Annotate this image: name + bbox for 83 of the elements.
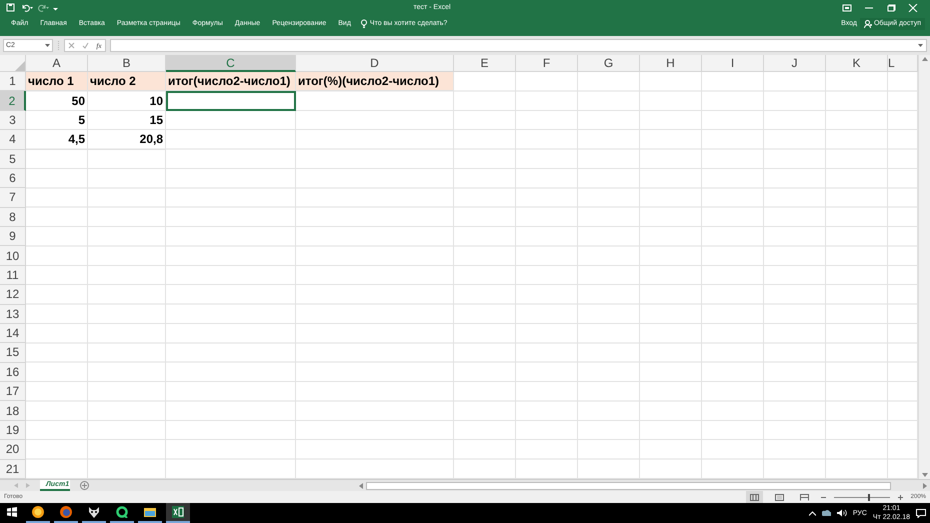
row-header[interactable]: 8: [0, 208, 26, 227]
row-header[interactable]: 2: [0, 91, 26, 111]
add-sheet-icon[interactable]: [80, 481, 89, 490]
grip-icon: [57, 40, 60, 50]
row-header[interactable]: 19: [0, 420, 26, 440]
zoom-in-icon[interactable]: [898, 494, 903, 500]
table-cell[interactable]: число 2: [88, 72, 166, 92]
column-header[interactable]: D: [296, 55, 454, 72]
column-header[interactable]: J: [764, 55, 826, 72]
save-icon[interactable]: [6, 3, 15, 12]
table-cell[interactable]: 4,5: [26, 130, 88, 150]
row-header[interactable]: 18: [0, 401, 26, 421]
person-icon: [864, 20, 872, 28]
row-header[interactable]: 11: [0, 266, 26, 286]
row-header[interactable]: 1: [0, 72, 26, 92]
table-cell[interactable]: 50: [26, 91, 88, 111]
row-header[interactable]: 10: [0, 246, 26, 266]
page-break-icon: [800, 494, 809, 500]
normal-view-icon: [750, 494, 759, 500]
row-header[interactable]: 5: [0, 150, 26, 169]
chevron-up-icon[interactable]: [808, 510, 816, 516]
row-header[interactable]: 14: [0, 324, 26, 344]
vertical-scrollbar[interactable]: [918, 55, 930, 479]
table-cell[interactable]: 20,8: [88, 130, 166, 150]
zoom-out-icon[interactable]: [820, 496, 826, 498]
ball-icon: [32, 506, 44, 518]
row-header[interactable]: 13: [0, 304, 26, 324]
page-layout-icon: [774, 494, 784, 500]
column-header[interactable]: K: [826, 55, 888, 72]
taskbar-app[interactable]: [26, 503, 50, 523]
table-cell[interactable]: число 1: [26, 72, 88, 92]
firefox-icon: [60, 506, 72, 518]
row-header[interactable]: 6: [0, 168, 26, 188]
folder-icon: [144, 506, 156, 518]
scroll-right-icon: [923, 482, 928, 488]
row-header[interactable]: 9: [0, 227, 26, 246]
column-header[interactable]: A: [26, 55, 88, 72]
row-header[interactable]: 17: [0, 382, 26, 402]
scroll-left-icon: [359, 482, 364, 488]
scroll-down-icon: [922, 473, 928, 477]
scroll-up-icon: [922, 57, 928, 61]
selected-cell[interactable]: [166, 91, 296, 111]
ribbon-options-icon: [842, 4, 852, 12]
column-header[interactable]: F: [516, 55, 578, 72]
row-header[interactable]: 12: [0, 285, 26, 304]
speaker-icon[interactable]: [836, 509, 847, 517]
table-cell[interactable]: 5: [26, 110, 88, 130]
excel-icon: [172, 506, 184, 518]
table-cell[interactable]: итог(число2-число1): [166, 72, 296, 92]
row-header[interactable]: 21: [0, 460, 26, 479]
formula-input[interactable]: [110, 39, 927, 52]
expand-icon[interactable]: [918, 44, 923, 48]
zoom-slider-thumb[interactable]: [868, 494, 870, 500]
undo-icon[interactable]: [21, 3, 33, 12]
row-header[interactable]: 16: [0, 362, 26, 382]
column-header[interactable]: I: [702, 55, 764, 72]
taskbar-app[interactable]: [54, 503, 78, 523]
column-header[interactable]: G: [578, 55, 640, 72]
table-cell[interactable]: 15: [88, 110, 166, 130]
lightbulb-icon: [360, 19, 367, 28]
ring-icon: [116, 506, 128, 518]
mask-icon: [88, 506, 100, 518]
restore-icon: [886, 4, 896, 12]
column-header[interactable]: L: [888, 55, 918, 72]
taskbar-app[interactable]: [166, 503, 190, 523]
row-header[interactable]: 4: [0, 130, 26, 150]
cloud-icon[interactable]: [822, 509, 831, 517]
windows-icon: [7, 507, 17, 517]
dropdown-icon: [45, 44, 50, 48]
table-cell[interactable]: 10: [88, 91, 166, 111]
column-header[interactable]: E: [454, 55, 516, 72]
row-header[interactable]: 20: [0, 440, 26, 460]
normal-view-button[interactable]: [746, 491, 763, 503]
column-header[interactable]: C: [166, 55, 296, 72]
row-header[interactable]: 15: [0, 343, 26, 363]
table-cell[interactable]: итог(%)(число2-число1): [296, 72, 454, 92]
close-icon: [908, 4, 918, 12]
row-header[interactable]: 7: [0, 188, 26, 208]
redo-icon[interactable]: [37, 3, 49, 12]
notifications-icon[interactable]: [916, 508, 926, 518]
column-header[interactable]: B: [88, 55, 166, 72]
column-header[interactable]: H: [640, 55, 702, 72]
row-header[interactable]: 3: [0, 110, 26, 130]
